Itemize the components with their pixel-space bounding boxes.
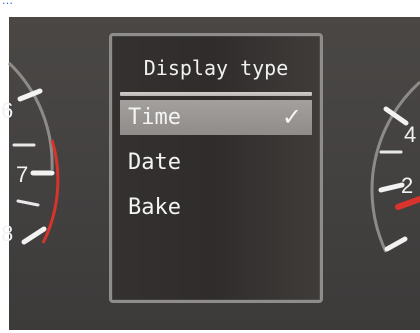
right-tick-2 [378,182,405,193]
menu-item-time[interactable]: Time ✓ [120,100,312,135]
left-tick-8 [21,226,47,245]
instrument-cluster-screen: … 6 7 8 4 2 Display type T [0,0,420,333]
left-tick-minor-2 [16,199,40,207]
menu-item-label-date: Date [128,150,181,175]
menu-title: Display type [143,56,289,80]
menu-item-date[interactable]: Date [112,145,320,180]
right-tick-lower [384,236,408,252]
menu-item-label-time: Time [128,105,181,130]
menu-item-bake[interactable]: Bake [112,190,320,225]
check-icon: ✓ [281,103,302,131]
right-gauge-needle [395,196,420,210]
right-gauge-label-2: 2 [401,173,413,198]
left-gauge-label-6: 6 [1,98,13,123]
menu-item-label-bake: Bake [128,195,181,220]
left-gauge-label-7: 7 [16,162,28,187]
display-type-menu: Display type Time ✓ Date Bake [109,33,323,303]
left-gauge-label-8: 8 [1,221,13,246]
right-gauge-label-4: 4 [404,122,416,147]
menu-divider [120,92,312,96]
menu-list: Time ✓ Date Bake [112,100,320,235]
right-gauge-arc [370,80,420,253]
left-gauge-arc-upper [7,61,54,171]
